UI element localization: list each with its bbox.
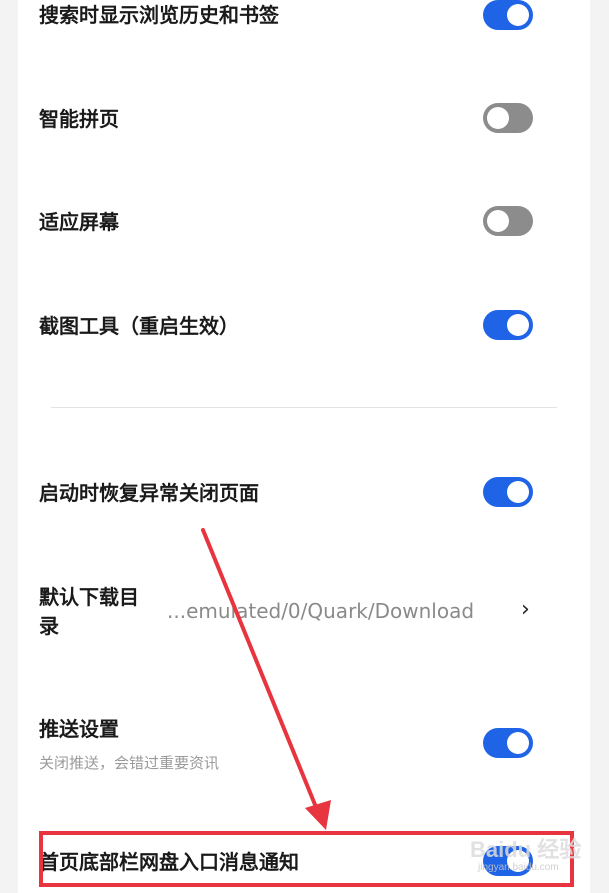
toggle-search-history[interactable] [483,0,533,30]
toggle-knob [507,4,529,26]
toggle-knob [487,210,509,232]
chevron-right-icon: › [521,597,530,622]
setting-label-download-dir-line1: 默认下载目 [39,585,139,609]
setting-label-restore-pages: 启动时恢复异常关闭页面 [39,481,259,505]
watermark-url: jingyan.baidu.com [478,862,559,873]
toggle-restore-pages[interactable] [483,477,533,507]
section-divider [51,407,557,408]
toggle-knob [507,314,529,336]
toggle-screenshot-tool[interactable] [483,310,533,340]
toggle-fit-screen[interactable] [483,206,533,236]
setting-label-search-history: 搜索时显示浏览历史和书签 [39,3,279,27]
setting-label-fit-screen: 适应屏幕 [39,210,119,234]
toggle-knob [507,732,529,754]
setting-subtitle-push-settings: 关闭推送，会错过重要资讯 [39,754,220,772]
download-dir-value: ...emulated/0/Quark/Download [167,599,475,623]
setting-label-screenshot-tool: 截图工具（重启生效） [39,314,239,338]
toggle-knob [487,107,509,129]
setting-label-push-settings: 推送设置 [39,717,119,741]
setting-label-smart-paging: 智能拼页 [39,107,119,131]
watermark-logo: Baidu 经验 [470,837,582,862]
toggle-push-settings[interactable] [483,728,533,758]
setting-label-download-dir-line2: 录 [39,614,59,638]
toggle-smart-paging[interactable] [483,103,533,133]
toggle-knob [507,481,529,503]
